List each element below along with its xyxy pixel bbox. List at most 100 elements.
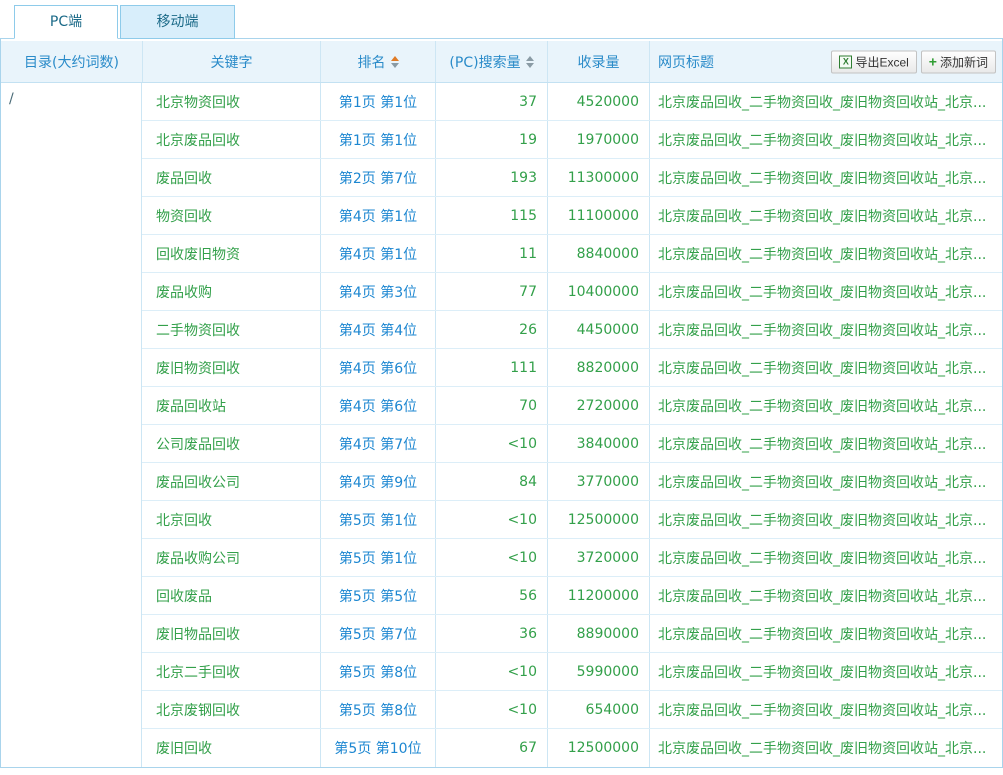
keyword-cell: 北京回收 [142, 501, 320, 538]
search-volume-cell: 193 [435, 159, 547, 196]
index-volume-cell: 1970000 [547, 121, 649, 158]
keyword-cell: 北京废品回收 [142, 121, 320, 158]
rank-cell: 第5页 第5位 [320, 577, 435, 614]
index-volume-cell: 8890000 [547, 615, 649, 652]
rank-link[interactable]: 第4页 第7位 [339, 434, 417, 454]
index-volume-cell: 8840000 [547, 235, 649, 272]
index-volume-cell: 12500000 [547, 501, 649, 538]
keyword-rank-page: PC端 移动端 目录(大约词数) 关键字 排名 (PC)搜索量 收 [0, 0, 1003, 775]
page-title-cell: 北京废品回收_二手物资回收_废旧物资回收站_北京... [649, 691, 1002, 728]
table-row: 北京废钢回收 第5页 第8位 <10 654000 北京废品回收_二手物资回收_… [142, 691, 1002, 729]
rank-link[interactable]: 第1页 第1位 [339, 92, 417, 112]
index-volume-cell: 11200000 [547, 577, 649, 614]
rank-cell: 第4页 第1位 [320, 235, 435, 272]
index-volume-cell: 11100000 [547, 197, 649, 234]
export-excel-button[interactable]: X 导出Excel [831, 50, 916, 73]
keyword-cell: 废品回收站 [142, 387, 320, 424]
tab-mobile-label: 移动端 [157, 14, 199, 30]
rank-link[interactable]: 第5页 第7位 [339, 624, 417, 644]
sort-up-icon [526, 56, 534, 61]
index-volume-cell: 8820000 [547, 349, 649, 386]
tab-pc[interactable]: PC端 [14, 5, 118, 39]
keyword-cell: 北京物资回收 [142, 83, 320, 120]
search-volume-cell: 84 [435, 463, 547, 500]
index-volume-cell: 4450000 [547, 311, 649, 348]
rank-link[interactable]: 第4页 第4位 [339, 320, 417, 340]
search-volume-cell: 36 [435, 615, 547, 652]
keyword-cell: 回收废品 [142, 577, 320, 614]
rank-cell: 第4页 第4位 [320, 311, 435, 348]
keyword-cell: 废旧物资回收 [142, 349, 320, 386]
page-title-cell: 北京废品回收_二手物资回收_废旧物资回收站_北京... [649, 577, 1002, 614]
rank-link[interactable]: 第5页 第8位 [339, 700, 417, 720]
rank-link[interactable]: 第1页 第1位 [339, 130, 417, 150]
keyword-cell: 二手物资回收 [142, 311, 320, 348]
header-buttons: X 导出Excel + 添加新词 [831, 50, 996, 73]
column-header-search-volume-sort[interactable]: (PC)搜索量 [435, 41, 547, 82]
table-row: 回收废旧物资 第4页 第1位 11 8840000 北京废品回收_二手物资回收_… [142, 235, 1002, 273]
add-keyword-label: 添加新词 [940, 53, 988, 70]
rank-cell: 第1页 第1位 [320, 121, 435, 158]
column-header-keyword: 关键字 [142, 41, 320, 82]
search-volume-cell: <10 [435, 691, 547, 728]
keyword-cell: 废旧物品回收 [142, 615, 320, 652]
page-title-cell: 北京废品回收_二手物资回收_废旧物资回收站_北京... [649, 501, 1002, 538]
tab-mobile[interactable]: 移动端 [120, 5, 235, 39]
rank-link[interactable]: 第4页 第3位 [339, 282, 417, 302]
table-row: 北京二手回收 第5页 第8位 <10 5990000 北京废品回收_二手物资回收… [142, 653, 1002, 691]
page-title-cell: 北京废品回收_二手物资回收_废旧物资回收站_北京... [649, 311, 1002, 348]
page-title-cell: 北京废品回收_二手物资回收_废旧物资回收站_北京... [649, 615, 1002, 652]
table-row: 废品收购 第4页 第3位 77 10400000 北京废品回收_二手物资回收_废… [142, 273, 1002, 311]
page-title-cell: 北京废品回收_二手物资回收_废旧物资回收站_北京... [649, 349, 1002, 386]
rank-cell: 第4页 第1位 [320, 197, 435, 234]
page-title-cell: 北京废品回收_二手物资回收_废旧物资回收站_北京... [649, 273, 1002, 310]
page-title-cell: 北京废品回收_二手物资回收_废旧物资回收站_北京... [649, 539, 1002, 576]
keyword-cell: 公司废品回收 [142, 425, 320, 462]
rank-cell: 第5页 第1位 [320, 501, 435, 538]
index-volume-cell: 3720000 [547, 539, 649, 576]
search-volume-cell: 19 [435, 121, 547, 158]
page-title-cell: 北京废品回收_二手物资回收_废旧物资回收站_北京... [649, 83, 1002, 120]
column-header-directory: 目录(大约词数) [1, 41, 142, 82]
rank-link[interactable]: 第4页 第6位 [339, 358, 417, 378]
rank-cell: 第4页 第6位 [320, 387, 435, 424]
page-title-cell: 北京废品回收_二手物资回收_废旧物资回收站_北京... [649, 729, 1002, 767]
rank-link[interactable]: 第4页 第6位 [339, 396, 417, 416]
rank-link[interactable]: 第5页 第1位 [339, 548, 417, 568]
rank-link[interactable]: 第5页 第10位 [334, 738, 421, 758]
rank-link[interactable]: 第4页 第9位 [339, 472, 417, 492]
rank-link[interactable]: 第5页 第8位 [339, 662, 417, 682]
search-volume-cell: <10 [435, 539, 547, 576]
sort-down-icon [526, 63, 534, 68]
rank-link[interactable]: 第5页 第1位 [339, 510, 417, 530]
column-header-index-volume: 收录量 [547, 41, 649, 82]
rank-link[interactable]: 第4页 第1位 [339, 206, 417, 226]
search-volume-cell: <10 [435, 653, 547, 690]
page-title-cell: 北京废品回收_二手物资回收_废旧物资回收站_北京... [649, 387, 1002, 424]
table-row: 物资回收 第4页 第1位 115 11100000 北京废品回收_二手物资回收_… [142, 197, 1002, 235]
keyword-rows: 北京物资回收 第1页 第1位 37 4520000 北京废品回收_二手物资回收_… [142, 83, 1002, 767]
table-row: 废品回收 第2页 第7位 193 11300000 北京废品回收_二手物资回收_… [142, 159, 1002, 197]
keyword-cell: 废品回收 [142, 159, 320, 196]
table-row: 二手物资回收 第4页 第4位 26 4450000 北京废品回收_二手物资回收_… [142, 311, 1002, 349]
sort-arrows-icon[interactable] [391, 56, 399, 68]
index-volume-cell: 11300000 [547, 159, 649, 196]
rank-cell: 第4页 第7位 [320, 425, 435, 462]
page-title-cell: 北京废品回收_二手物资回收_废旧物资回收站_北京... [649, 235, 1002, 272]
search-volume-cell: 26 [435, 311, 547, 348]
table-row: 废旧物品回收 第5页 第7位 36 8890000 北京废品回收_二手物资回收_… [142, 615, 1002, 653]
keyword-cell: 回收废旧物资 [142, 235, 320, 272]
keyword-cell: 北京二手回收 [142, 653, 320, 690]
keyword-cell: 废品收购 [142, 273, 320, 310]
page-title-cell: 北京废品回收_二手物资回收_废旧物资回收站_北京... [649, 425, 1002, 462]
table-row: 北京回收 第5页 第1位 <10 12500000 北京废品回收_二手物资回收_… [142, 501, 1002, 539]
sort-arrows-icon[interactable] [526, 56, 534, 68]
column-header-rank-sort[interactable]: 排名 [320, 41, 435, 82]
rank-cell: 第1页 第1位 [320, 83, 435, 120]
page-title-cell: 北京废品回收_二手物资回收_废旧物资回收站_北京... [649, 121, 1002, 158]
page-title-cell: 北京废品回收_二手物资回收_废旧物资回收站_北京... [649, 463, 1002, 500]
rank-link[interactable]: 第2页 第7位 [339, 168, 417, 188]
add-keyword-button[interactable]: + 添加新词 [921, 50, 996, 73]
rank-link[interactable]: 第4页 第1位 [339, 244, 417, 264]
rank-link[interactable]: 第5页 第5位 [339, 586, 417, 606]
